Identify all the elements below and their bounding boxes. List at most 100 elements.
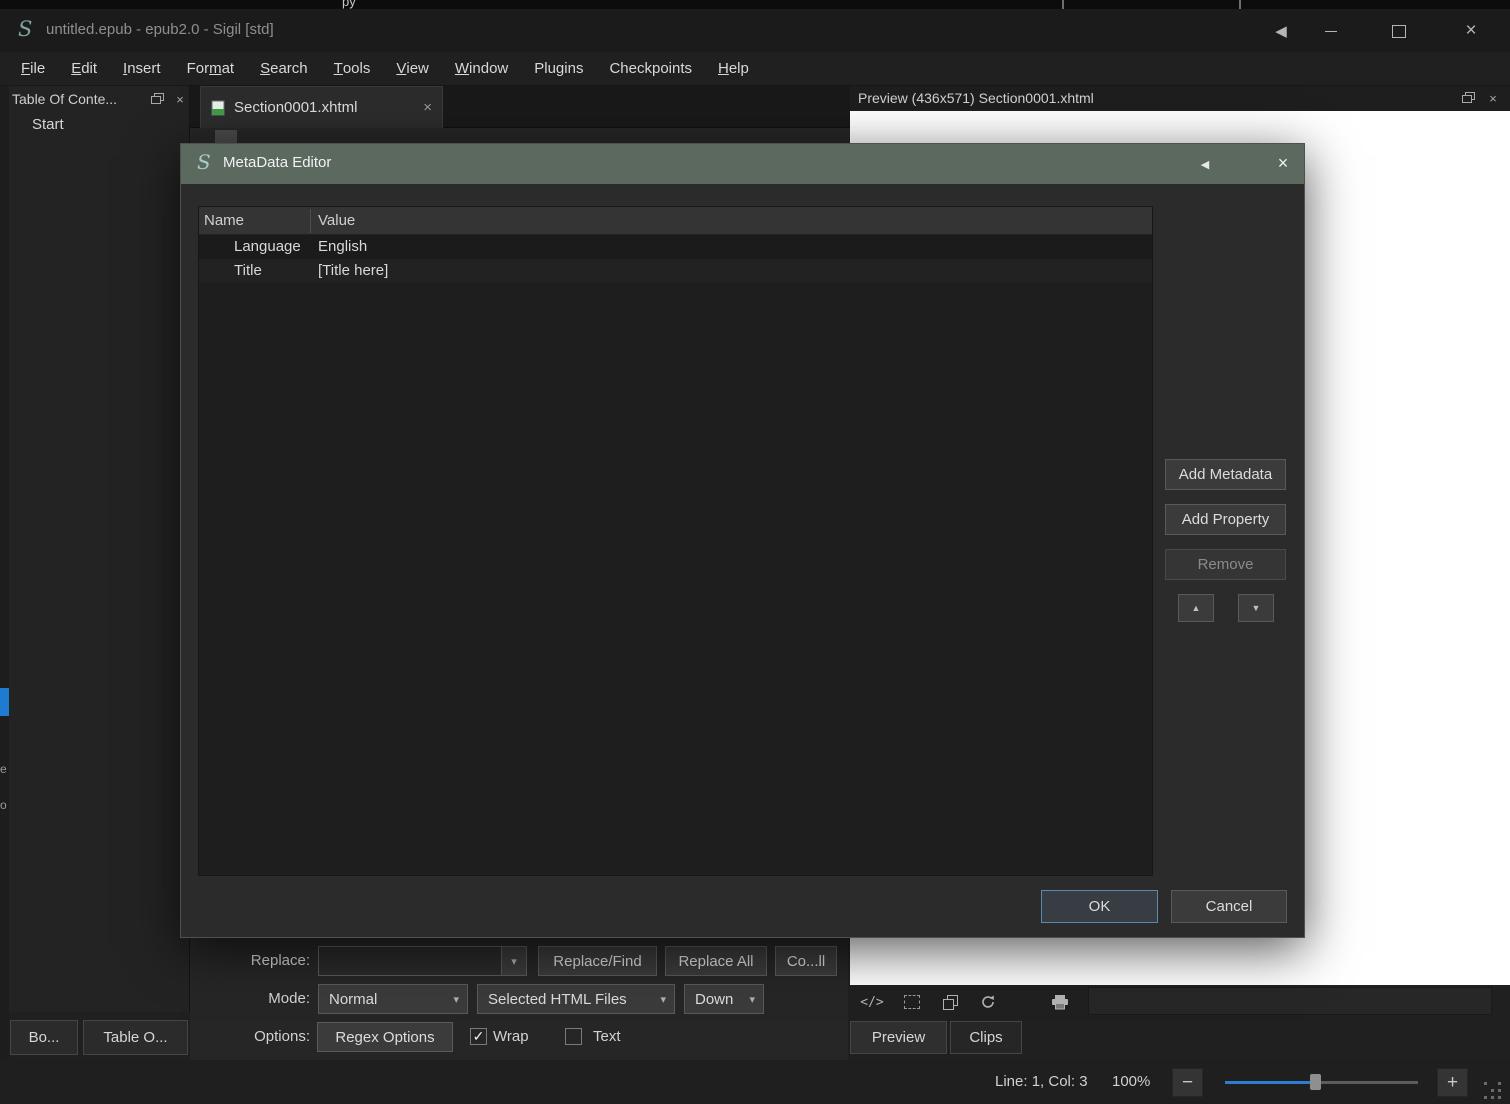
close-button[interactable]: × (1454, 19, 1488, 43)
background-text-fragment: py (342, 0, 356, 9)
replace-all-button[interactable]: Replace All (665, 946, 767, 976)
preview-title: Preview (436x571) Section0001.xhtml (858, 90, 1094, 106)
close-panel-icon[interactable]: × (1484, 91, 1502, 106)
replace-combo[interactable]: ▾ (318, 946, 527, 976)
tab-clips[interactable]: Clips (950, 1021, 1022, 1054)
zoom-slider[interactable] (1225, 1068, 1418, 1096)
add-property-button[interactable]: Add Property (1165, 504, 1286, 535)
zoom-out-button[interactable]: − (1172, 1068, 1203, 1097)
background-window-edge (1239, 0, 1241, 9)
files-dropdown[interactable]: Selected HTML Files ▾ (477, 984, 675, 1014)
zoom-slider-track-active (1225, 1081, 1315, 1084)
sigil-window: py S untitled.epub - epub2.0 - Sigil [st… (0, 0, 1510, 1104)
minimize-button[interactable] (1314, 19, 1348, 43)
replace-dropdown-icon[interactable]: ▾ (501, 947, 526, 975)
move-down-button[interactable]: ▼ (1238, 594, 1274, 622)
background-window-strip: py (0, 0, 1510, 9)
find-replace-panel: Replace: ▾ Replace/Find Replace All Co..… (190, 944, 848, 1060)
preview-header: Preview (436x571) Section0001.xhtml × (850, 86, 1510, 111)
menu-file[interactable]: File (8, 52, 58, 85)
chevron-down-icon: ▾ (453, 993, 459, 1006)
window-title: untitled.epub - epub2.0 - Sigil [std] (46, 21, 274, 38)
menu-format[interactable]: For m at (174, 52, 248, 85)
select-all-icon[interactable] (898, 989, 926, 1015)
replace-find-button[interactable]: Replace/Find (538, 946, 657, 976)
window-resize-grip[interactable] (1484, 1082, 1506, 1101)
editor-gutter-fragment (215, 130, 237, 143)
code-view-icon[interactable]: </> (858, 989, 886, 1015)
menu-tools[interactable]: Tools (321, 52, 384, 85)
dock-highlight-bar (0, 688, 9, 716)
tab-table-of-contents[interactable]: Table O... (83, 1020, 188, 1055)
statusbar: Line: 1, Col: 3 100% − + (0, 1060, 1510, 1104)
column-header-name[interactable]: Name (204, 212, 244, 229)
maximize-button[interactable] (1382, 19, 1416, 43)
xhtml-file-icon (211, 100, 225, 116)
direction-value: Down (695, 990, 734, 1008)
menu-help[interactable]: Help (705, 52, 762, 85)
metadata-table[interactable]: Name Value Language English Title [Title… (198, 206, 1153, 876)
left-dock-strip: e o (0, 86, 9, 1104)
mode-value: Normal (329, 990, 378, 1008)
menu-edit[interactable]: Edit (58, 52, 110, 85)
metadata-name-cell[interactable]: Title (234, 262, 262, 279)
close-panel-icon[interactable]: × (171, 92, 189, 107)
menu-search[interactable]: Search (247, 52, 321, 85)
metadata-value-cell[interactable]: [Title here] (318, 262, 388, 279)
bottom-right-toolbar: </> Preview Clips (850, 985, 1510, 1060)
menu-insert[interactable]: Insert (110, 52, 174, 85)
print-icon[interactable] (1046, 989, 1074, 1015)
column-header-value[interactable]: Value (318, 212, 355, 229)
tab-preview[interactable]: Preview (850, 1021, 947, 1054)
menu-window[interactable]: Window (442, 52, 521, 85)
window-titlebar: S untitled.epub - epub2.0 - Sigil [std] … (0, 9, 1510, 52)
clips-bar (1088, 987, 1492, 1015)
dialog-titlebar[interactable]: S MetaData Editor ◀ × (181, 144, 1304, 184)
text-checkbox[interactable] (565, 1028, 582, 1045)
zoom-slider-track (1315, 1081, 1418, 1084)
float-panel-icon[interactable] (1460, 91, 1478, 105)
metadata-name-cell[interactable]: Language (234, 238, 301, 255)
float-panel-icon[interactable] (149, 92, 167, 106)
tab-book-browser[interactable]: Bo... (10, 1020, 78, 1055)
refresh-icon[interactable] (974, 989, 1002, 1015)
files-value: Selected HTML Files (488, 990, 627, 1008)
zoom-percent: 100% (1112, 1073, 1151, 1090)
toc-item-start[interactable]: Start (32, 116, 64, 133)
menu-view[interactable]: View (383, 52, 442, 85)
editor-tabbar: Section0001.xhtml × (190, 86, 850, 128)
menubar: File Edit Insert For m at Search Tools Vie… (0, 52, 1510, 86)
wrap-checkbox-label: Wrap (493, 1028, 529, 1045)
metadata-row[interactable]: Language English (199, 235, 1152, 259)
cancel-button[interactable]: Cancel (1171, 890, 1287, 923)
metadata-value-cell[interactable]: English (318, 238, 367, 255)
replace-input[interactable] (319, 947, 501, 975)
dock-text-fragment: e (0, 762, 7, 776)
menu-plugins[interactable]: Plugins (521, 52, 596, 85)
collapse-arrow-icon[interactable]: ◀ (1193, 154, 1217, 174)
regex-options-button[interactable]: Regex Options (317, 1022, 453, 1052)
menu-checkpoints[interactable]: Checkpoints (596, 52, 705, 85)
count-all-button[interactable]: Co...ll (775, 946, 837, 976)
wrap-checkbox[interactable]: ✓ (470, 1028, 487, 1045)
ok-button[interactable]: OK (1041, 890, 1158, 923)
add-metadata-button[interactable]: Add Metadata (1165, 459, 1286, 490)
sigil-logo-icon: S (197, 150, 211, 174)
toc-panel-title: Table Of Conte... (12, 91, 118, 107)
mode-dropdown[interactable]: Normal ▾ (318, 984, 468, 1014)
zoom-in-button[interactable]: + (1437, 1068, 1468, 1097)
tab-section0001[interactable]: Section0001.xhtml × (200, 86, 443, 128)
replace-label: Replace: (250, 952, 310, 969)
collapse-arrow-icon[interactable]: ◀ (1264, 19, 1298, 43)
tab-close-icon[interactable]: × (423, 99, 432, 116)
metadata-row[interactable]: Title [Title here] (199, 259, 1152, 283)
move-up-button[interactable]: ▲ (1178, 594, 1214, 622)
remove-button[interactable]: Remove (1165, 549, 1286, 580)
zoom-slider-handle[interactable] (1310, 1074, 1321, 1090)
dialog-close-icon[interactable]: × (1269, 150, 1297, 176)
direction-dropdown[interactable]: Down ▾ (684, 984, 764, 1014)
copy-icon[interactable] (936, 989, 964, 1015)
dialog-title: MetaData Editor (223, 154, 332, 171)
metadata-editor-dialog: S MetaData Editor ◀ × Name Value Languag… (180, 143, 1305, 938)
toc-panel: Table Of Conte... × Start (9, 86, 190, 1012)
